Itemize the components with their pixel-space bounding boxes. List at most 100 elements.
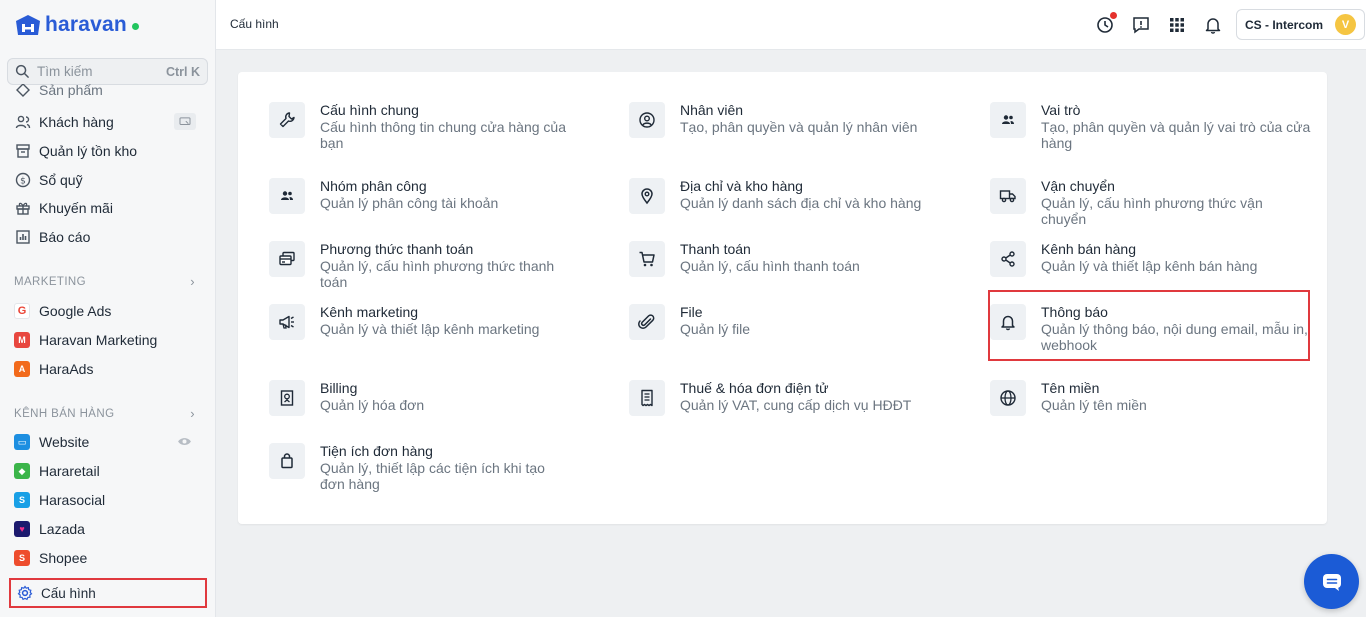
sidebar-item-label: Sổ quỹ <box>39 172 83 188</box>
sidebar-item-harasocial[interactable]: S Harasocial <box>14 489 206 511</box>
website-icon: ▭ <box>14 434 30 450</box>
sidebar-item-reports[interactable]: Báo cáo <box>14 226 206 248</box>
notification-dot <box>1110 12 1117 19</box>
settings-tile-payment-methods[interactable]: Phương thức thanh toán Quản lý, cấu hình … <box>269 241 579 290</box>
dollar-circle-icon: $ <box>14 172 31 189</box>
sidebar-item-google-ads[interactable]: G Google Ads <box>14 300 206 322</box>
settings-tile-shipping[interactable]: Vận chuyển Quản lý, cấu hình phương thức … <box>990 178 1300 227</box>
hararetail-icon: ◆ <box>14 463 30 479</box>
sidebar-item-label: Quản lý tồn kho <box>39 143 138 159</box>
marketing-section-header[interactable]: MARKETING › <box>14 274 195 289</box>
settings-tile-roles[interactable]: Vai trò Tạo, phân quyền và quản lý vai tr… <box>990 102 1310 151</box>
breadcrumb: Cấu hình <box>230 17 279 31</box>
sidebar-item-label: Shopee <box>39 550 88 566</box>
sidebar-item-label: Cấu hình <box>41 585 96 601</box>
lazada-icon: ♥ <box>14 521 30 537</box>
truck-icon <box>990 178 1026 214</box>
gift-icon <box>14 200 31 217</box>
store-account-button[interactable]: CS - Intercom V <box>1236 9 1365 40</box>
tile-desc: Quản lý, thiết lập các tiện ích khi tạo … <box>320 460 545 492</box>
receipt-icon <box>269 380 305 416</box>
settings-tile-files[interactable]: File Quản lý file <box>629 304 939 340</box>
haravan-marketing-icon: M <box>14 332 30 348</box>
settings-tile-marketing-channels[interactable]: Kênh marketing Quản lý và thiết lập kênh … <box>269 304 579 340</box>
tile-desc: Quản lý VAT, cung cấp dịch vụ HĐĐT <box>680 397 912 413</box>
sidebar-item-promotions[interactable]: Khuyến mãi <box>14 197 206 219</box>
user-circle-icon <box>629 102 665 138</box>
settings-tile-checkout[interactable]: Thanh toán Quản lý, cấu hình thanh toán <box>629 241 939 277</box>
sales-channel-section-header[interactable]: KÊNH BÁN HÀNG › <box>14 406 195 421</box>
tile-desc: Quản lý thông báo, nội dung email, mẫu i… <box>1041 321 1308 353</box>
tile-desc: Tạo, phân quyền và quản lý vai trò của c… <box>1041 119 1311 151</box>
tile-title: Nhóm phân công <box>320 178 427 194</box>
harasocial-icon: S <box>14 492 30 508</box>
wrench-icon <box>269 102 305 138</box>
store-name: CS - Intercom <box>1245 17 1324 32</box>
svg-text:$: $ <box>20 177 26 187</box>
tile-desc: Quản lý phân công tài khoản <box>320 195 499 211</box>
bell-icon[interactable] <box>1203 15 1223 35</box>
settings-tile-tax-einvoice[interactable]: Thuế & hóa đơn điện tử Quản lý VAT, cung … <box>629 380 939 416</box>
settings-tile-staff[interactable]: Nhân viên Tạo, phân quyền và quản lý nhân… <box>629 102 939 138</box>
sidebar-item-website[interactable]: ▭ Website <box>14 431 206 453</box>
sidebar-item-haraads[interactable]: A HaraAds <box>14 358 206 380</box>
tile-desc: Quản lý tên miền <box>1041 397 1147 413</box>
sidebar-item-label: Lazada <box>39 521 85 537</box>
search-shortcut: Ctrl K <box>165 64 200 79</box>
section-label: MARKETING <box>14 275 86 288</box>
logo-text: haravan <box>45 13 127 36</box>
tile-title: Vai trò <box>1041 102 1081 118</box>
sidebar-item-label: Website <box>39 434 90 450</box>
sidebar-item-lazada[interactable]: ♥ Lazada <box>14 518 206 540</box>
settings-tile-domains[interactable]: Tên miền Quản lý tên miền <box>990 380 1300 416</box>
bar-chart-icon <box>14 229 31 246</box>
sidebar-item-haravan-marketing[interactable]: M Haravan Marketing <box>14 329 206 351</box>
online-status-dot <box>131 22 139 30</box>
tile-title: Tên miền <box>1041 380 1100 396</box>
settings-tile-notifications[interactable]: Thông báo Quản lý thông báo, nội dung ema… <box>988 290 1310 361</box>
search-input[interactable]: Tìm kiếm Ctrl K <box>7 58 208 85</box>
avatar: V <box>1335 14 1356 35</box>
settings-tile-locations[interactable]: Địa chỉ và kho hàng Quản lý danh sách địa… <box>629 178 939 214</box>
users-group-icon <box>269 178 305 214</box>
sidebar-item-hararetail[interactable]: ◆ Hararetail <box>14 460 206 482</box>
tile-desc: Quản lý, cấu hình phương thức vận chuyển <box>1041 195 1263 227</box>
sidebar-item-products[interactable]: Sản phẩm <box>14 84 206 98</box>
tile-title: Cấu hình chung <box>320 102 419 118</box>
settings-tile-sales-channels[interactable]: Kênh bán hàng Quản lý và thiết lập kênh b… <box>990 241 1300 277</box>
sidebar-item-label: Khách hàng <box>39 114 114 130</box>
chevron-right-icon: › <box>190 406 195 421</box>
sidebar-item-shopee[interactable]: S Shopee <box>14 547 206 569</box>
sidebar-item-cashbook[interactable]: $ Sổ quỹ <box>14 169 206 191</box>
tile-desc: Quản lý, cấu hình phương thức thanh toán <box>320 258 555 290</box>
sidebar-item-customers[interactable]: Khách hàng <box>14 111 206 133</box>
settings-tile-assignment-groups[interactable]: Nhóm phân công Quản lý phân công tài khoả… <box>269 178 579 214</box>
sidebar-item-inventory[interactable]: Quản lý tồn kho <box>14 140 206 162</box>
settings-tile-general[interactable]: Cấu hình chung Cấu hình thông tin chung c… <box>269 102 579 151</box>
invoice-document-icon <box>629 380 665 416</box>
tile-title: Tiện ích đơn hàng <box>320 443 433 459</box>
external-screen-icon[interactable] <box>174 113 196 130</box>
sidebar-item-label: Khuyến mãi <box>39 200 113 216</box>
tile-desc: Tạo, phân quyền và quản lý nhân viên <box>680 119 918 135</box>
users-icon <box>14 114 31 131</box>
tile-desc: Quản lý file <box>680 321 751 337</box>
chevron-right-icon: › <box>190 274 195 289</box>
apps-grid-icon[interactable] <box>1167 15 1187 35</box>
tile-desc: Cấu hình thông tin chung cửa hàng của bạ… <box>320 119 566 151</box>
chat-bubble-icon <box>1322 573 1341 591</box>
tile-title: Thanh toán <box>680 241 751 257</box>
paperclip-icon <box>629 304 665 340</box>
sidebar-item-settings[interactable]: Cấu hình <box>9 578 207 608</box>
sidebar-item-label: HaraAds <box>39 361 94 377</box>
settings-tile-billing[interactable]: Billing Quản lý hóa đơn <box>269 380 579 416</box>
settings-tile-order-utilities[interactable]: Tiện ích đơn hàng Quản lý, thiết lập các … <box>269 443 579 492</box>
eye-icon[interactable] <box>177 434 192 450</box>
activity-clock-icon[interactable] <box>1095 12 1117 35</box>
search-placeholder: Tìm kiếm <box>37 64 93 79</box>
top-header: Cấu hình CS - Intercom V <box>216 0 1366 50</box>
feedback-message-icon[interactable] <box>1131 15 1151 35</box>
chat-support-button[interactable] <box>1304 554 1359 609</box>
haravan-logo[interactable]: haravan <box>14 12 139 38</box>
share-icon <box>990 241 1026 277</box>
